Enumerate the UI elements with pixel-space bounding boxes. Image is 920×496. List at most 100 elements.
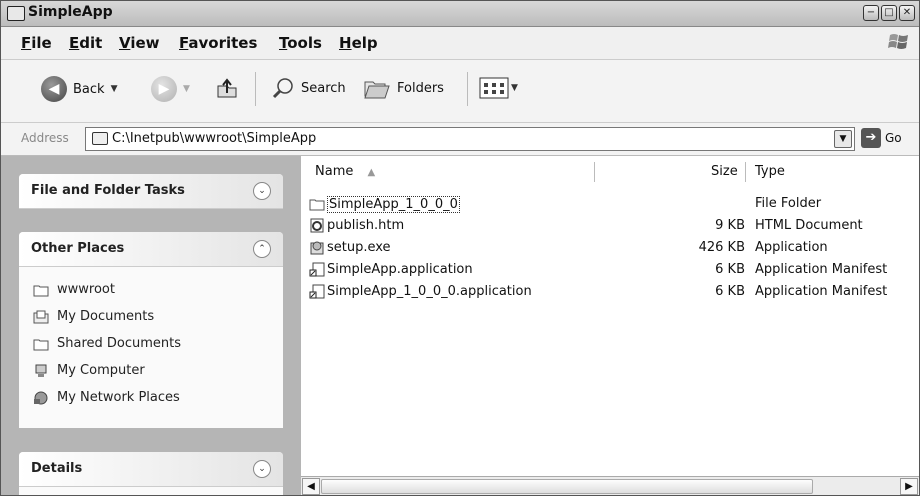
place-wwwroot[interactable]: wwwroot bbox=[33, 282, 115, 297]
file-row-simpleapp-1-0-0-0-application[interactable]: SimpleApp_1_0_0_0.application bbox=[309, 284, 532, 299]
toolbar-separator bbox=[467, 72, 468, 106]
file-size: 6 KB bbox=[715, 284, 745, 299]
standard-toolbar: ◀ Back ▼ ▶ ▼ Search Folders ▼ bbox=[1, 60, 919, 123]
file-name: publish.htm bbox=[327, 218, 405, 233]
file-and-folder-tasks-panel: File and Folder Tasks ⌄ bbox=[19, 174, 283, 209]
file-row-publish-htm[interactable]: publish.htm bbox=[309, 218, 404, 233]
place-shared-documents[interactable]: Shared Documents bbox=[33, 336, 181, 351]
file-name: SimpleApp_1_0_0_0.application bbox=[327, 284, 532, 299]
task-pane: File and Folder Tasks ⌄ Other Places ⌃ w… bbox=[1, 156, 301, 495]
file-type: Application Manifest bbox=[755, 262, 888, 277]
folder-icon bbox=[92, 132, 108, 145]
network-places-icon bbox=[34, 391, 48, 404]
folders-button[interactable]: Folders bbox=[363, 76, 444, 100]
back-label: Back bbox=[73, 81, 105, 97]
back-dropdown-icon[interactable]: ▼ bbox=[111, 84, 118, 94]
column-divider[interactable] bbox=[745, 162, 746, 182]
collapse-chevron-icon[interactable]: ⌃ bbox=[253, 240, 271, 258]
manifest-file-icon bbox=[309, 262, 325, 277]
windows-logo-icon bbox=[888, 34, 908, 49]
menu-favorites[interactable]: Favorites bbox=[179, 34, 257, 52]
menu-edit[interactable]: Edit bbox=[69, 34, 102, 52]
file-size: 426 KB bbox=[698, 240, 745, 255]
file-type: HTML Document bbox=[755, 218, 863, 233]
file-type: File Folder bbox=[755, 196, 822, 211]
folders-label: Folders bbox=[397, 80, 444, 96]
panel-title: Details bbox=[31, 461, 83, 476]
back-button[interactable]: ◀ Back ▼ bbox=[41, 76, 117, 102]
maximize-button[interactable]: □ bbox=[881, 5, 897, 21]
shared-folder-icon bbox=[33, 339, 49, 350]
address-label: Address bbox=[21, 131, 69, 145]
column-divider[interactable] bbox=[594, 162, 595, 182]
address-dropdown-icon[interactable]: ▼ bbox=[834, 130, 852, 148]
file-row-simpleapp-folder[interactable]: SimpleApp_1_0_0_0 bbox=[309, 196, 460, 213]
window-title: SimpleApp bbox=[28, 4, 113, 20]
forward-dropdown-icon[interactable]: ▼ bbox=[183, 84, 190, 94]
up-folder-button[interactable] bbox=[215, 76, 239, 100]
folders-icon bbox=[364, 81, 390, 99]
scrollbar-thumb[interactable] bbox=[321, 479, 813, 494]
forward-arrow-icon: ▶ bbox=[151, 76, 177, 102]
forward-button[interactable]: ▶ ▼ bbox=[151, 76, 190, 102]
minimize-button[interactable]: − bbox=[863, 5, 879, 21]
menu-help[interactable]: Help bbox=[339, 34, 378, 52]
explorer-window: SimpleApp − □ ✕ File Edit View Favorites… bbox=[0, 0, 920, 496]
panel-title: File and Folder Tasks bbox=[31, 183, 185, 198]
place-label: Shared Documents bbox=[57, 336, 182, 351]
panel-header[interactable]: Details ⌄ bbox=[19, 452, 283, 487]
file-name: SimpleApp_1_0_0_0 bbox=[327, 196, 460, 213]
file-row-simpleapp-application[interactable]: SimpleApp.application bbox=[309, 262, 473, 277]
other-places-panel: Other Places ⌃ wwwroot My Documents Shar… bbox=[19, 232, 283, 428]
column-header-size[interactable]: Size bbox=[711, 164, 738, 179]
file-type: Application bbox=[755, 240, 828, 255]
my-computer-icon bbox=[35, 364, 47, 377]
menu-bar: File Edit View Favorites Tools Help bbox=[1, 27, 919, 60]
go-label: Go bbox=[885, 131, 902, 145]
expand-chevron-icon[interactable]: ⌄ bbox=[253, 460, 271, 478]
up-folder-icon bbox=[217, 78, 237, 98]
views-icon bbox=[479, 77, 509, 99]
place-my-network-places[interactable]: My Network Places bbox=[33, 390, 180, 405]
search-button[interactable]: Search bbox=[271, 76, 346, 100]
folder-icon bbox=[309, 199, 325, 211]
go-button[interactable]: ➔ Go bbox=[861, 128, 902, 148]
place-my-computer[interactable]: My Computer bbox=[33, 363, 145, 378]
horizontal-scrollbar[interactable]: ◀ ▶ bbox=[301, 476, 919, 495]
panel-header[interactable]: File and Folder Tasks ⌄ bbox=[19, 174, 283, 209]
views-dropdown-icon[interactable]: ▼ bbox=[511, 83, 518, 93]
panel-title: Other Places bbox=[31, 241, 125, 256]
place-my-documents[interactable]: My Documents bbox=[33, 309, 154, 324]
my-documents-icon bbox=[33, 310, 49, 323]
scroll-left-icon[interactable]: ◀ bbox=[302, 478, 320, 495]
folder-icon bbox=[7, 6, 25, 21]
scroll-right-icon[interactable]: ▶ bbox=[900, 478, 918, 495]
menu-file[interactable]: File bbox=[21, 34, 52, 52]
file-size: 6 KB bbox=[715, 262, 745, 277]
file-type: Application Manifest bbox=[755, 284, 888, 299]
column-name-label: Name bbox=[315, 164, 354, 179]
menu-tools[interactable]: Tools bbox=[279, 34, 322, 52]
address-path: C:\Inetpub\wwwroot\SimpleApp bbox=[112, 131, 317, 146]
place-label: My Documents bbox=[57, 309, 155, 324]
place-label: wwwroot bbox=[57, 282, 115, 297]
column-header-type[interactable]: Type bbox=[755, 164, 785, 179]
views-button[interactable]: ▼ bbox=[479, 76, 518, 100]
manifest-file-icon bbox=[309, 284, 325, 299]
address-input[interactable]: C:\Inetpub\wwwroot\SimpleApp ▼ bbox=[85, 127, 855, 151]
file-name: SimpleApp.application bbox=[327, 262, 473, 277]
close-button[interactable]: ✕ bbox=[899, 5, 915, 21]
setup-exe-icon bbox=[310, 241, 324, 255]
search-icon bbox=[272, 78, 293, 99]
panel-header[interactable]: Other Places ⌃ bbox=[19, 232, 283, 267]
menu-view[interactable]: View bbox=[119, 34, 160, 52]
sort-ascending-icon: ▲ bbox=[367, 167, 376, 178]
go-arrow-icon: ➔ bbox=[861, 128, 881, 148]
search-label: Search bbox=[301, 80, 346, 96]
file-row-setup-exe[interactable]: setup.exe bbox=[309, 240, 391, 255]
folder-icon bbox=[33, 285, 49, 296]
expand-chevron-icon[interactable]: ⌄ bbox=[253, 182, 271, 200]
column-header-name[interactable]: Name ▲ bbox=[315, 164, 375, 179]
file-list-view: Name ▲ Size Type SimpleApp_1_0_0_0 File … bbox=[301, 156, 919, 495]
place-label: My Computer bbox=[57, 363, 145, 378]
